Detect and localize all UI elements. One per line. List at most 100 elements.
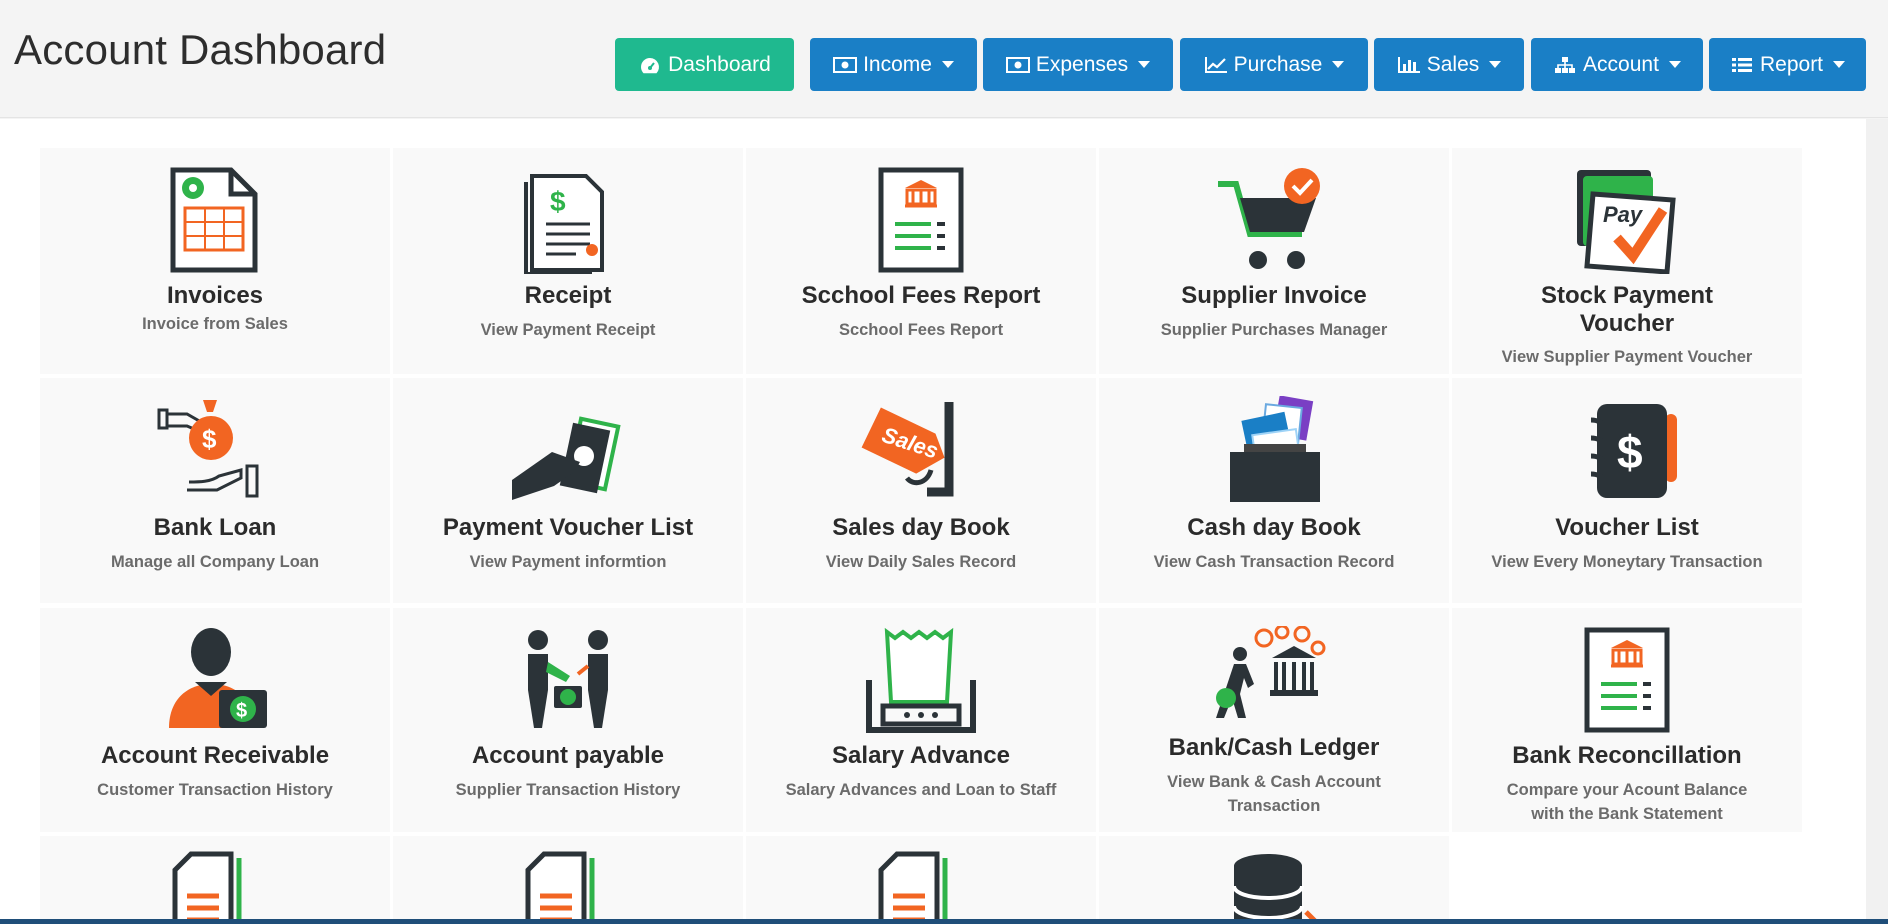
tile-title: Invoices [166,282,264,309]
tile-subtitle: View Payment informtion [469,553,667,571]
caret-down-icon [941,61,954,68]
header-bar: Account Dashboard Dashboard Income Expen… [0,0,1888,118]
bottom-bar [0,919,1888,924]
document-icon [525,851,595,924]
money-icon [833,55,858,75]
tile-bank-cash-ledger[interactable]: Bank/Cash Ledger View Bank & Cash Accoun… [1099,608,1449,832]
tile-subtitle: View Every Moneytary Transaction [1491,553,1763,571]
tile-subtitle: Compare your Acount Balance with the Ban… [1506,781,1748,823]
database-icon [1232,854,1318,924]
tile-payment-voucher-list[interactable]: Payment Voucher List View Payment inform… [393,378,743,603]
tile-account-payable[interactable]: Account payable Supplier Transaction His… [393,608,743,832]
nav-income-label: Income [863,52,932,76]
tile-subtitle: View Supplier Payment Voucher [1501,348,1753,366]
svg-text:$: $ [236,700,247,722]
nav-report-button[interactable]: Report [1709,38,1866,91]
svg-text:$: $ [202,424,217,454]
receipt-printer-icon [866,627,976,733]
nav-purchase-button[interactable]: Purchase [1180,38,1368,91]
tile-bank-reconcillation[interactable]: Bank Reconcillation Compare your Acount … [1452,608,1802,832]
tile-receipt[interactable]: $ Receipt View Payment Receipt [393,148,743,374]
tile-title: Salary Advance [832,742,1010,769]
tile-subtitle: Scchool Fees Report [838,321,1004,339]
svg-text:$: $ [550,186,566,217]
tile-cash-day-book[interactable]: Cash day Book View Cash Transaction Reco… [1099,378,1449,603]
tile-supplier-invoice[interactable]: Supplier Invoice Supplier Purchases Mana… [1099,148,1449,374]
tile-invoices[interactable]: Invoices Invoice from Sales [40,148,390,374]
fees-report-icon [878,167,964,273]
tile-subtitle: Manage all Company Loan [110,553,320,571]
sales-tag-icon: Sales [861,402,954,497]
caret-down-icon [1332,61,1345,68]
svg-text:Pay: Pay [1603,202,1644,227]
loan-icon: $ [157,400,259,498]
nav-account-button[interactable]: Account [1531,38,1703,91]
svg-text:$: $ [1617,426,1643,478]
exchange-icon [528,630,608,728]
scrollbar[interactable] [1866,119,1888,924]
tile-document-1[interactable] [40,836,390,924]
nav-income-button[interactable]: Income [810,38,977,91]
tile-title: Bank/Cash Ledger [1168,734,1380,761]
nav-dashboard-button[interactable]: Dashboard [615,38,794,91]
caret-down-icon [1489,61,1502,68]
page-title: Account Dashboard [14,26,387,73]
tile-subtitle: Invoice from Sales [142,315,288,333]
tile-school-fees-report[interactable]: Scchool Fees Report Scchool Fees Report [746,148,1096,374]
tile-title: Cash day Book [1187,514,1361,541]
tile-subtitle: Salary Advances and Loan to Staff [785,781,1057,799]
nav-sales-label: Sales [1426,52,1480,76]
tile-document-3[interactable] [746,836,1096,924]
bank-walk-icon [1216,626,1326,718]
tile-title: Voucher List [1555,514,1699,541]
bank-statement-icon [1584,627,1670,733]
invoice-icon [170,167,258,273]
nav-purchase-label: Purchase [1233,52,1323,76]
tile-subtitle: View Cash Transaction Record [1153,553,1395,571]
document-icon [878,851,948,924]
tachometer-icon [638,55,662,75]
caret-down-icon [1668,61,1681,68]
nav-sales-button[interactable]: Sales [1374,38,1524,91]
document-icon [172,851,242,924]
tile-title: Account payable [471,742,665,769]
tile-database[interactable] [1099,836,1449,924]
tile-subtitle: Supplier Transaction History [455,781,681,799]
tile-subtitle: View Payment Receipt [480,321,656,339]
tile-title: Receipt [524,282,612,309]
tile-title: Account Receivable [100,742,330,769]
nav-expenses-label: Expenses [1035,52,1129,76]
caret-down-icon [1833,61,1846,68]
ledger-book-icon: $ [1590,404,1677,498]
tile-title: Scchool Fees Report [801,282,1041,309]
nav-account-label: Account [1583,52,1659,76]
tile-stock-payment-voucher[interactable]: Pay Stock Payment Voucher View Supplier … [1452,148,1802,374]
tile-title: Stock Payment Voucher [1540,282,1714,337]
files-folder-icon [1230,396,1320,502]
nav-dashboard-label: Dashboard [668,52,771,76]
tile-salary-advance[interactable]: Salary Advance Salary Advances and Loan … [746,608,1096,832]
tile-document-2[interactable] [393,836,743,924]
tile-title: Supplier Invoice [1181,282,1367,309]
tile-voucher-list[interactable]: $ Voucher List View Every Moneytary Tran… [1452,378,1802,603]
list-icon [1730,55,1754,75]
tile-bank-loan[interactable]: $ Bank Loan Manage all Company Loan [40,378,390,603]
tile-account-receivable[interactable]: $ Account Receivable Customer Transactio… [40,608,390,832]
tile-title: Bank Reconcillation [1512,742,1742,769]
shopping-cart-icon [1218,168,1320,269]
cash-hand-icon [512,416,621,500]
pay-voucher-icon: Pay [1577,170,1676,274]
sitemap-icon [1553,55,1577,75]
bar-chart-icon [1397,55,1421,75]
person-money-icon: $ [169,628,267,728]
tile-title: Payment Voucher List [442,514,694,541]
tile-title: Sales day Book [832,514,1010,541]
tile-sales-day-book[interactable]: Sales Sales day Book View Daily Sales Re… [746,378,1096,603]
caret-down-icon [1138,61,1151,68]
tile-subtitle: Customer Transaction History [97,781,333,799]
nav-expenses-button[interactable]: Expenses [983,38,1173,91]
money-icon [1005,55,1030,75]
tile-subtitle: View Daily Sales Record [825,553,1017,571]
line-chart-icon [1204,55,1228,75]
tile-subtitle: View Bank & Cash Account Transaction [1167,773,1381,815]
